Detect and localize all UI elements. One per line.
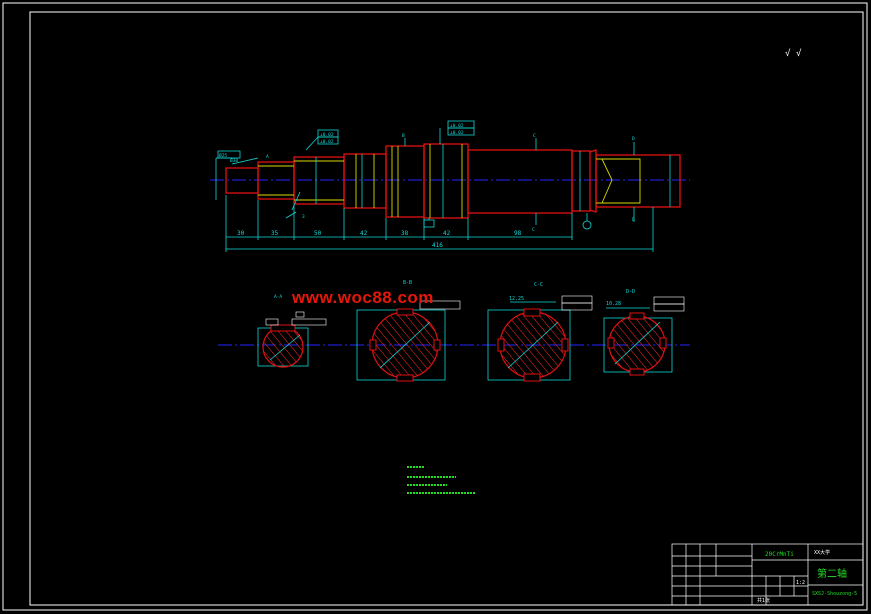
keyway-c-dim: 12.25 xyxy=(509,296,524,302)
section-c: C-C 12.25 xyxy=(487,282,593,382)
dimension-values: 30 35 50 42 38 42 98 416 xyxy=(237,230,522,249)
technical-notes xyxy=(407,466,476,494)
inner-border xyxy=(29,11,864,606)
scale-text: 1:2 xyxy=(796,580,805,586)
roughness-mark-corner-2: √ xyxy=(796,48,802,59)
part-name-text: 第二轴 xyxy=(817,567,847,580)
svg-text:D: D xyxy=(632,217,635,223)
dim-seg-2: 35 xyxy=(271,230,279,237)
dim-total: 416 xyxy=(432,242,443,249)
section-b-label: B-B xyxy=(403,280,412,286)
sheet-text: 共1张 xyxy=(757,597,770,604)
svg-text:⊥0.02: ⊥0.02 xyxy=(320,132,334,138)
outer-border xyxy=(2,2,868,611)
material-text: 20CrMnTi xyxy=(765,551,794,558)
svg-text:⊥0.02: ⊥0.02 xyxy=(450,130,464,136)
svg-text:3: 3 xyxy=(302,214,305,220)
school-text: XX大学 xyxy=(814,549,830,556)
dim-seg-6: 42 xyxy=(443,230,451,237)
svg-text:⊥0.02: ⊥0.02 xyxy=(320,139,334,145)
svg-text:⊥0.02: ⊥0.02 xyxy=(450,123,464,129)
section-d-label: D-D xyxy=(626,289,635,295)
watermark-text: www.woc88.com xyxy=(292,288,434,307)
svg-text:Ø25: Ø25 xyxy=(219,152,227,159)
svg-text:Ø30: Ø30 xyxy=(230,157,238,164)
svg-text:A-A: A-A xyxy=(274,294,282,300)
dim-seg-3: 50 xyxy=(314,230,322,237)
shaft-hidden-lines xyxy=(258,144,641,218)
dim-seg-5: 38 xyxy=(401,230,409,237)
section-views: A-A B-B C-C 12.25 D-D 10.28 xyxy=(218,280,690,382)
cad-drawing-sheet: √ √ Ø25 Ø30 A ⊥0.02 ⊥0.02 ⊥0.02 ⊥0.02 B … xyxy=(2,2,868,611)
dim-seg-1: 30 xyxy=(237,230,245,237)
shaft-main-view: Ø25 Ø30 A ⊥0.02 ⊥0.02 ⊥0.02 ⊥0.02 B C C … xyxy=(210,120,690,252)
dim-seg-4: 42 xyxy=(360,230,368,237)
svg-text:D: D xyxy=(632,136,635,142)
keyway-d-dim: 10.28 xyxy=(606,301,621,307)
section-d: D-D 10.28 xyxy=(603,289,685,376)
svg-text:A: A xyxy=(266,154,269,160)
dim-seg-7: 98 xyxy=(514,230,522,237)
svg-text:B: B xyxy=(402,133,405,139)
section-c-label: C-C xyxy=(534,282,543,288)
drawing-no-text: SXSJ-Shouzong-5 xyxy=(812,591,857,597)
svg-text:C: C xyxy=(532,227,535,233)
roughness-mark-corner: √ xyxy=(785,48,791,59)
svg-text:C: C xyxy=(533,133,536,139)
